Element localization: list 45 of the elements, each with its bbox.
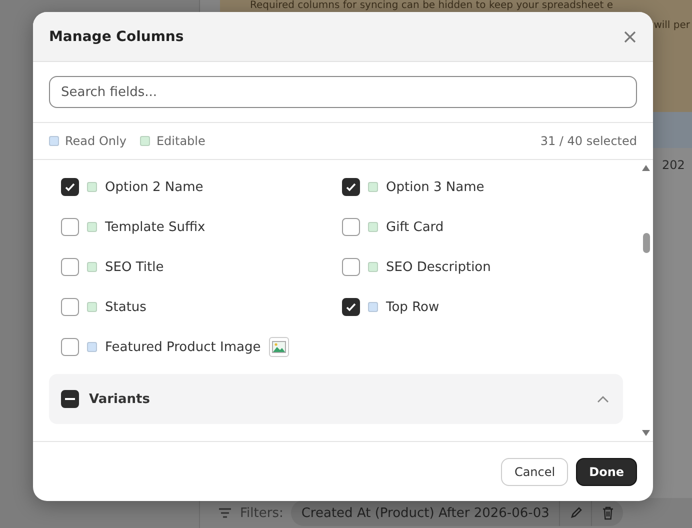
variants-section[interactable]: Variants (49, 374, 623, 424)
field-label: Status (105, 300, 146, 314)
pencil-icon (568, 506, 583, 520)
search-field[interactable]: Search fields... (49, 76, 637, 108)
minus-icon (65, 398, 75, 400)
chevron-icon[interactable] (597, 395, 609, 403)
scroll-up-icon[interactable] (641, 164, 651, 172)
scrollbar-thumb[interactable] (642, 232, 650, 252)
legend-label: Read Only (65, 134, 126, 148)
checkbox[interactable] (61, 298, 79, 316)
done-button[interactable]: Done (576, 458, 637, 486)
scroll-down-icon[interactable] (641, 429, 651, 437)
field-label: Option 3 Name (386, 180, 484, 194)
field-label: Template Suffix (105, 220, 206, 234)
field-label: Featured Product Image (105, 340, 261, 354)
section-title: Variants (89, 392, 150, 406)
checkbox[interactable] (61, 258, 79, 276)
checkbox[interactable] (342, 298, 360, 316)
filter-icon (218, 507, 232, 519)
check-icon (345, 301, 357, 313)
field-label: Top Row (386, 300, 440, 314)
field-label: SEO Title (105, 260, 164, 274)
legend-label: Editable (156, 134, 206, 148)
check-icon (345, 181, 357, 193)
dialog-title: Manage Columns (49, 28, 184, 44)
table-cell-text: 202 (662, 158, 686, 172)
indeterminate-checkbox[interactable] (61, 390, 79, 408)
checkbox[interactable] (342, 218, 360, 236)
filter-text: Created At (Product) After 2026-06-03 (301, 506, 550, 520)
close-button[interactable] (623, 30, 637, 44)
check-icon (64, 181, 76, 193)
checkbox[interactable] (61, 338, 79, 356)
banner-text: will per (654, 19, 690, 33)
filter-label: Filters: (240, 506, 284, 520)
selected-count: 31 / 40 selected (540, 134, 637, 148)
checkbox[interactable] (342, 258, 360, 276)
field-label: Gift Card (386, 220, 444, 234)
field-label: SEO Description (386, 260, 491, 274)
checkbox[interactable] (342, 178, 360, 196)
cancel-button[interactable]: Cancel (501, 458, 568, 486)
field-label: Option 2 Name (105, 180, 204, 194)
trash-icon (600, 506, 615, 520)
checkbox[interactable] (61, 218, 79, 236)
banner-text: Required columns for syncing can be hidden to keep your spreadsheet e (250, 0, 614, 12)
checkbox[interactable] (61, 178, 79, 196)
